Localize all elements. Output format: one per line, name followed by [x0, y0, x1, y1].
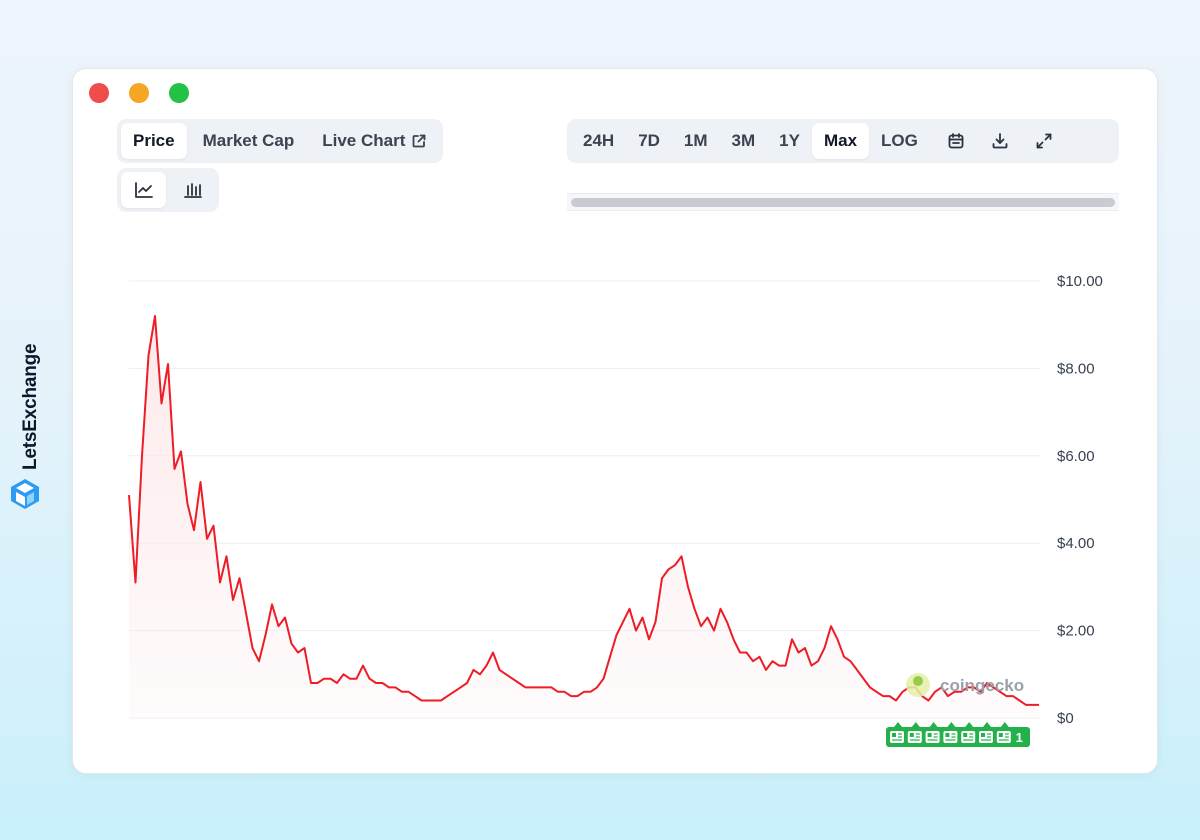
news-marker-pointer	[894, 722, 902, 727]
news-marker-pointer	[929, 722, 938, 727]
price-chart: $0 $2.00 $4.00 $6.00 $8.00 $10.00 coingecko 1	[128, 273, 1103, 747]
y-tick-label: $2.00	[1057, 623, 1095, 640]
y-tick-label: $6.00	[1057, 448, 1095, 465]
brand-name: LetsExchange	[20, 343, 41, 470]
news-icon-photo	[892, 733, 896, 737]
coingecko-watermark: coingecko	[940, 676, 1024, 695]
price-area-fill	[129, 316, 1039, 718]
news-marker-pointer	[965, 722, 974, 727]
y-tick-label: $10.00	[1057, 273, 1103, 290]
news-icon-photo	[927, 733, 932, 737]
news-marker-pointer	[947, 722, 956, 727]
coingecko-logo-detail	[913, 676, 923, 686]
news-icon-photo	[981, 733, 985, 737]
news-icon-photo	[909, 733, 914, 737]
news-marker-pointer	[983, 722, 991, 727]
y-tick-label: $4.00	[1057, 535, 1095, 552]
y-tick-label: $0	[1057, 710, 1074, 727]
news-count: 1	[1016, 730, 1023, 745]
chart-window: Price Market Cap Live Chart 24H 7D 1M 3M…	[72, 68, 1158, 774]
news-marker-pointer	[1000, 722, 1009, 727]
y-tick-label: $8.00	[1057, 360, 1095, 377]
news-marker-pointer	[911, 722, 920, 727]
letsexchange-logo-icon	[11, 479, 39, 509]
news-icon-photo	[998, 733, 1003, 737]
news-icon-photo	[963, 733, 968, 737]
news-icon-photo	[945, 733, 950, 737]
brand: LetsExchange	[8, 320, 42, 520]
